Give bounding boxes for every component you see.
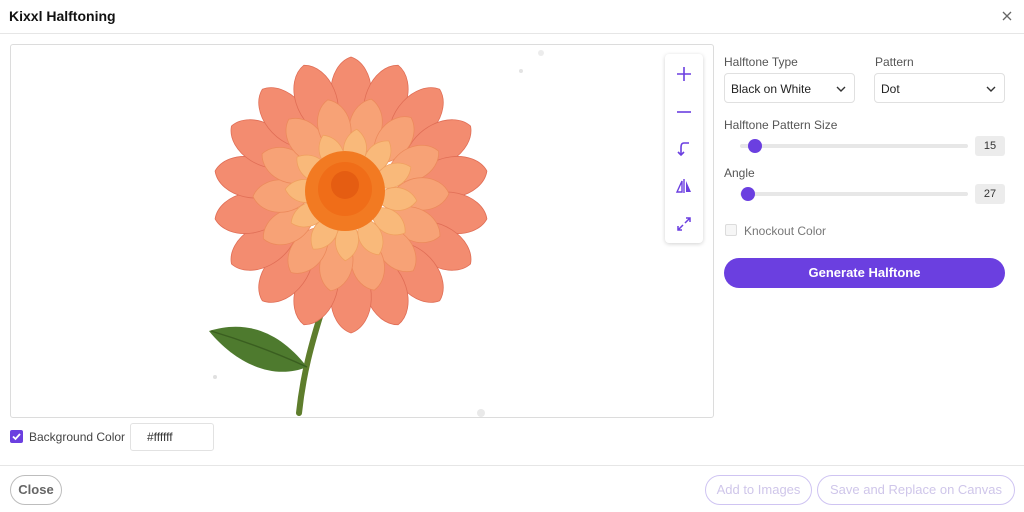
footer-divider bbox=[0, 465, 1024, 466]
plus-icon bbox=[677, 67, 691, 81]
halftone-type-value: Black on White bbox=[731, 82, 812, 96]
flower-image bbox=[209, 50, 544, 417]
flip-icon bbox=[675, 179, 691, 193]
add-to-images-button[interactable]: Add to Images bbox=[705, 475, 812, 505]
pattern-label: Pattern bbox=[875, 55, 914, 69]
image-preview-canvas[interactable] bbox=[10, 44, 714, 418]
chevron-down-icon bbox=[836, 86, 846, 92]
zoom-out-button[interactable] bbox=[672, 100, 696, 124]
pattern-select[interactable]: Dot bbox=[874, 73, 1005, 103]
close-icon[interactable] bbox=[1000, 9, 1014, 23]
pattern-size-slider-track[interactable] bbox=[740, 144, 968, 148]
angle-label: Angle bbox=[724, 166, 755, 180]
pattern-size-label: Halftone Pattern Size bbox=[724, 118, 838, 132]
background-color-input[interactable] bbox=[130, 423, 214, 451]
pattern-size-value[interactable]: 15 bbox=[975, 136, 1005, 156]
knockout-color-label: Knockout Color bbox=[744, 224, 827, 238]
background-color-checkbox[interactable] bbox=[10, 430, 23, 443]
generate-halftone-button[interactable]: Generate Halftone bbox=[724, 258, 1005, 288]
halftone-type-select[interactable]: Black on White bbox=[724, 73, 855, 103]
angle-slider-thumb[interactable] bbox=[741, 187, 755, 201]
minus-icon bbox=[677, 111, 691, 113]
background-color-label: Background Color bbox=[29, 430, 126, 444]
flip-button[interactable] bbox=[672, 174, 696, 198]
chevron-down-icon bbox=[986, 86, 996, 92]
close-button[interactable]: Close bbox=[10, 475, 62, 505]
halftone-type-label: Halftone Type bbox=[724, 55, 798, 69]
check-icon bbox=[12, 433, 21, 441]
pattern-size-slider-thumb[interactable] bbox=[748, 139, 762, 153]
angle-slider-track[interactable] bbox=[740, 192, 968, 196]
save-and-replace-button[interactable]: Save and Replace on Canvas bbox=[817, 475, 1015, 505]
zoom-in-button[interactable] bbox=[672, 62, 696, 86]
dialog-titlebar: Kixxl Halftoning bbox=[0, 0, 1024, 34]
rotate-icon bbox=[677, 142, 689, 157]
angle-value[interactable]: 27 bbox=[975, 184, 1005, 204]
canvas-toolbar bbox=[665, 54, 703, 243]
fit-button[interactable] bbox=[672, 212, 696, 236]
rotate-button[interactable] bbox=[672, 137, 696, 161]
pattern-value: Dot bbox=[881, 82, 900, 96]
expand-icon bbox=[677, 217, 691, 231]
dialog-title: Kixxl Halftoning bbox=[9, 8, 116, 24]
knockout-color-checkbox[interactable] bbox=[725, 224, 737, 236]
